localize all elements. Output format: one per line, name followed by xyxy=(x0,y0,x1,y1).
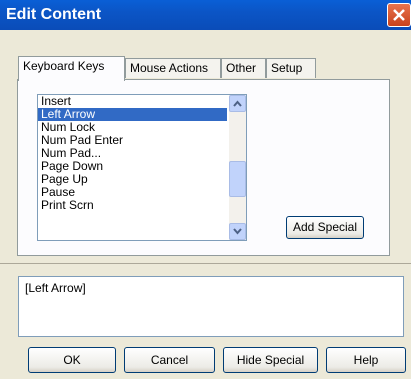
tab-mouse-actions[interactable]: Mouse Actions xyxy=(125,58,221,78)
chevron-up-icon xyxy=(233,100,242,107)
ok-button[interactable]: OK xyxy=(28,347,116,373)
scroll-down-button[interactable] xyxy=(229,223,246,240)
cancel-button[interactable]: Cancel xyxy=(124,347,215,373)
close-icon xyxy=(393,9,405,21)
scroll-up-button[interactable] xyxy=(229,95,246,112)
add-special-button[interactable]: Add Special xyxy=(286,216,364,239)
help-button[interactable]: Help xyxy=(326,347,406,373)
title-bar: Edit Content xyxy=(0,0,411,30)
scroll-thumb[interactable] xyxy=(229,161,246,197)
tab-other[interactable]: Other xyxy=(221,58,266,78)
content-field[interactable]: [Left Arrow] xyxy=(18,276,404,337)
tab-label: Keyboard Keys xyxy=(23,59,105,73)
hide-special-button[interactable]: Hide Special xyxy=(223,347,318,373)
tab-label: Setup xyxy=(271,61,303,75)
divider xyxy=(0,263,411,264)
tab-keyboard-keys[interactable]: Keyboard Keys xyxy=(18,56,125,81)
list-item[interactable]: Print Scrn xyxy=(38,199,227,212)
list-scrollbar[interactable] xyxy=(229,95,246,240)
close-button[interactable] xyxy=(387,3,411,27)
chevron-down-icon xyxy=(233,228,242,235)
tab-setup[interactable]: Setup xyxy=(266,58,316,78)
tab-label: Other xyxy=(226,61,257,75)
tab-label: Mouse Actions xyxy=(130,61,209,75)
keys-listbox[interactable]: Insert Left Arrow Num Lock Num Pad Enter… xyxy=(37,94,247,241)
window-title: Edit Content xyxy=(6,6,102,23)
